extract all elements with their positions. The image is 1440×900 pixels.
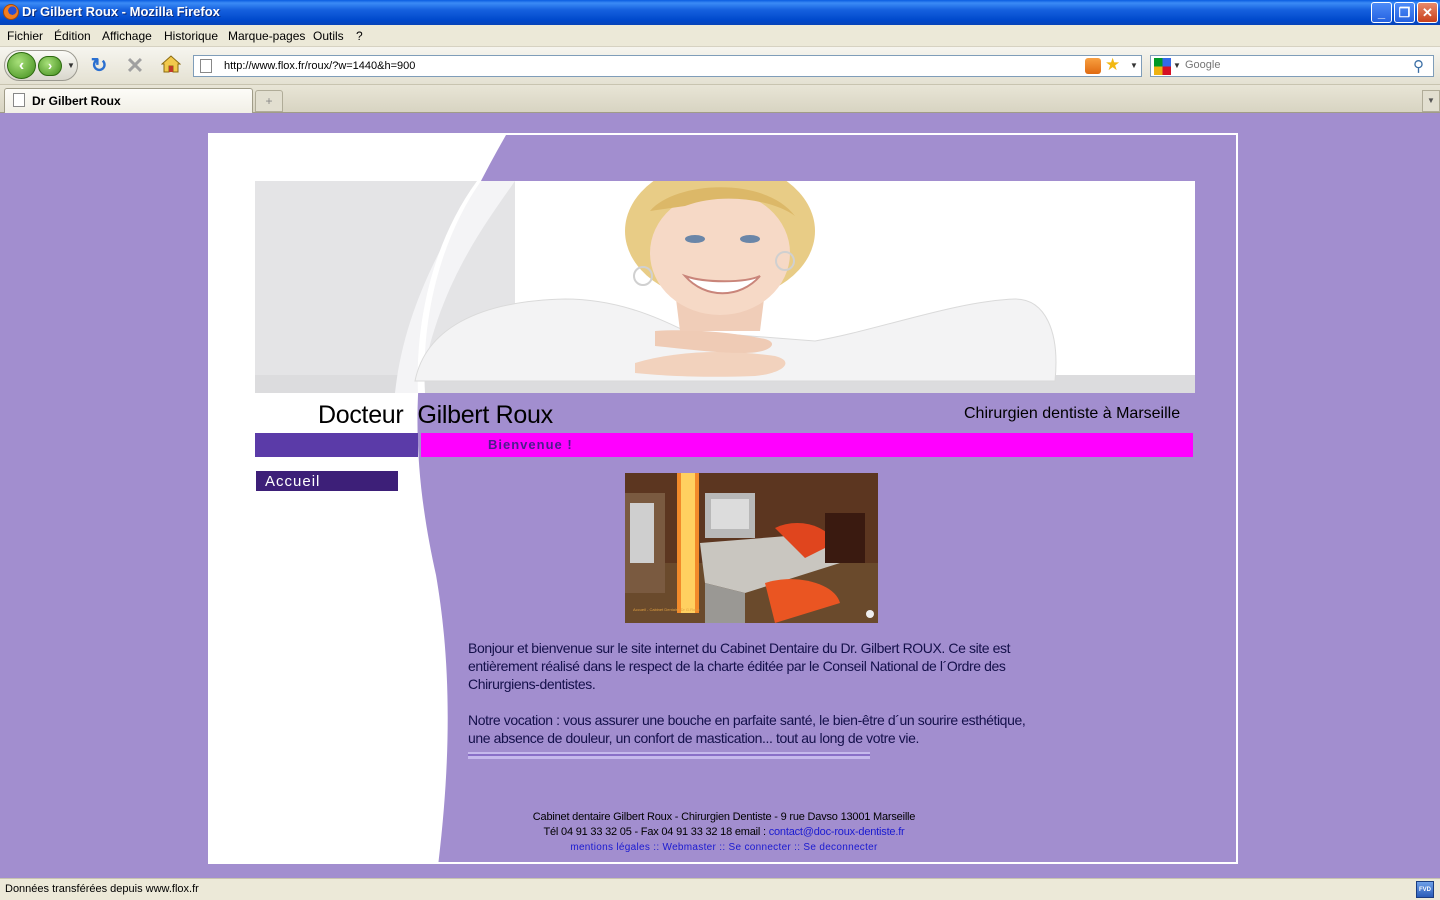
- doctor-name-heading: Docteur Gilbert Roux: [318, 401, 553, 430]
- welcome-text: Bienvenue !: [488, 437, 573, 452]
- tab-page-icon: [13, 93, 25, 107]
- status-bar: Données transférées depuis www.flox.fr F…: [0, 878, 1440, 900]
- home-icon[interactable]: [160, 55, 182, 77]
- menu-affichage[interactable]: Affichage: [102, 29, 152, 43]
- search-input[interactable]: [1185, 59, 1405, 71]
- url-bar[interactable]: http://www.flox.fr/roux/?w=1440&h=900 ★ …: [193, 55, 1142, 77]
- doctor-title: Docteur: [318, 401, 404, 429]
- page-viewport: Docteur Gilbert Roux Chirurgien dentiste …: [0, 113, 1440, 878]
- firefox-icon: [3, 4, 19, 20]
- menu-marque-pages[interactable]: Marque-pages: [228, 29, 305, 43]
- forward-button[interactable]: ›: [38, 56, 62, 76]
- back-button[interactable]: ‹: [7, 52, 36, 79]
- url-dropdown-icon[interactable]: ▼: [1130, 61, 1138, 70]
- content-divider: [468, 752, 870, 759]
- menu-bar: Fichier Édition Affichage Historique Mar…: [0, 25, 1440, 47]
- welcome-bar: Bienvenue !: [421, 433, 1193, 457]
- header-banner-image: [255, 181, 1195, 393]
- status-text: Données transférées depuis www.flox.fr: [5, 883, 199, 895]
- rss-feed-icon[interactable]: [1085, 58, 1101, 74]
- footer-phone-fax: Tél 04 91 33 32 05 - Fax 04 91 33 32 18 …: [543, 826, 769, 838]
- tab-title: Dr Gilbert Roux: [32, 94, 121, 108]
- link-webmaster[interactable]: Webmaster: [663, 842, 717, 853]
- close-button[interactable]: ✕: [1417, 2, 1438, 23]
- page-icon: [200, 59, 212, 73]
- menu-edition[interactable]: Édition: [54, 29, 91, 43]
- tab-bar: Dr Gilbert Roux + ▼: [0, 85, 1440, 113]
- stop-icon[interactable]: ✕: [124, 55, 146, 77]
- site-frame: Docteur Gilbert Roux Chirurgien dentiste …: [208, 133, 1238, 864]
- doctor-full-name: Gilbert Roux: [417, 401, 553, 429]
- new-tab-button[interactable]: +: [255, 90, 283, 112]
- intro-paragraph-2: Notre vocation : vous assurer une bouche…: [468, 712, 1026, 746]
- link-mentions-legales[interactable]: mentions légales: [570, 842, 650, 853]
- url-text[interactable]: http://www.flox.fr/roux/?w=1440&h=900: [224, 60, 415, 72]
- navigation-toolbar: ‹ › ▼ ↻ ✕ http://www.flox.fr/roux/?w=144…: [0, 47, 1440, 85]
- engine-dropdown-icon[interactable]: ▼: [1173, 61, 1181, 70]
- menu-historique[interactable]: Historique: [164, 29, 218, 43]
- intro-text: Bonjour et bienvenue sur le site interne…: [468, 639, 1028, 747]
- link-se-deconnecter[interactable]: Se deconnecter: [803, 842, 877, 853]
- link-se-connecter[interactable]: Se connecter: [729, 842, 792, 853]
- minimize-button[interactable]: _: [1371, 2, 1392, 23]
- history-dropdown-icon[interactable]: ▼: [67, 61, 75, 70]
- footer-links: mentions légales :: Webmaster :: Se conn…: [468, 842, 980, 854]
- footer-separator: ::: [794, 842, 801, 853]
- back-forward-group: ‹ › ▼: [4, 50, 78, 81]
- site-footer: Cabinet dentaire Gilbert Roux - Chirurgi…: [468, 810, 980, 840]
- menu-help[interactable]: ?: [356, 29, 363, 43]
- photo-caption: Accueil - Cabinet Dentaire Dr G.Roux: [633, 607, 699, 612]
- nav-item-accueil[interactable]: Accueil: [255, 470, 399, 492]
- doctor-subtitle: Chirurgien dentiste à Marseille: [964, 405, 1181, 422]
- google-engine-icon[interactable]: [1154, 58, 1171, 75]
- fvd-download-icon[interactable]: FVD: [1416, 881, 1434, 898]
- menu-outils[interactable]: Outils: [313, 29, 344, 43]
- tab-list-dropdown-icon[interactable]: ▼: [1422, 90, 1440, 112]
- maximize-button[interactable]: ❐: [1394, 2, 1415, 23]
- search-magnifier-icon[interactable]: ⚲: [1413, 57, 1424, 75]
- footer-separator: ::: [719, 842, 726, 853]
- search-box[interactable]: ▼ ⚲: [1150, 55, 1434, 77]
- purple-header-bar: [255, 433, 418, 457]
- nav-item-label: Accueil: [265, 473, 321, 490]
- intro-paragraph-1: Bonjour et bienvenue sur le site interne…: [468, 640, 1011, 692]
- menu-fichier[interactable]: Fichier: [7, 29, 43, 43]
- footer-address: Cabinet dentaire Gilbert Roux - Chirurgi…: [532, 811, 916, 823]
- window-title: Dr Gilbert Roux - Mozilla Firefox: [22, 4, 220, 19]
- bookmark-star-icon[interactable]: ★: [1105, 55, 1120, 75]
- tab-dr-gilbert-roux[interactable]: Dr Gilbert Roux: [4, 88, 253, 113]
- window-titlebar: Dr Gilbert Roux - Mozilla Firefox _ ❐ ✕: [0, 0, 1440, 25]
- office-photo: Accueil - Cabinet Dentaire Dr G.Roux: [625, 473, 878, 623]
- footer-separator: ::: [653, 842, 660, 853]
- footer-email-link[interactable]: contact@doc-roux-dentiste.fr: [769, 826, 905, 838]
- footer-contact: Tél 04 91 33 32 05 - Fax 04 91 33 32 18 …: [468, 825, 980, 840]
- reload-icon[interactable]: ↻: [88, 55, 110, 77]
